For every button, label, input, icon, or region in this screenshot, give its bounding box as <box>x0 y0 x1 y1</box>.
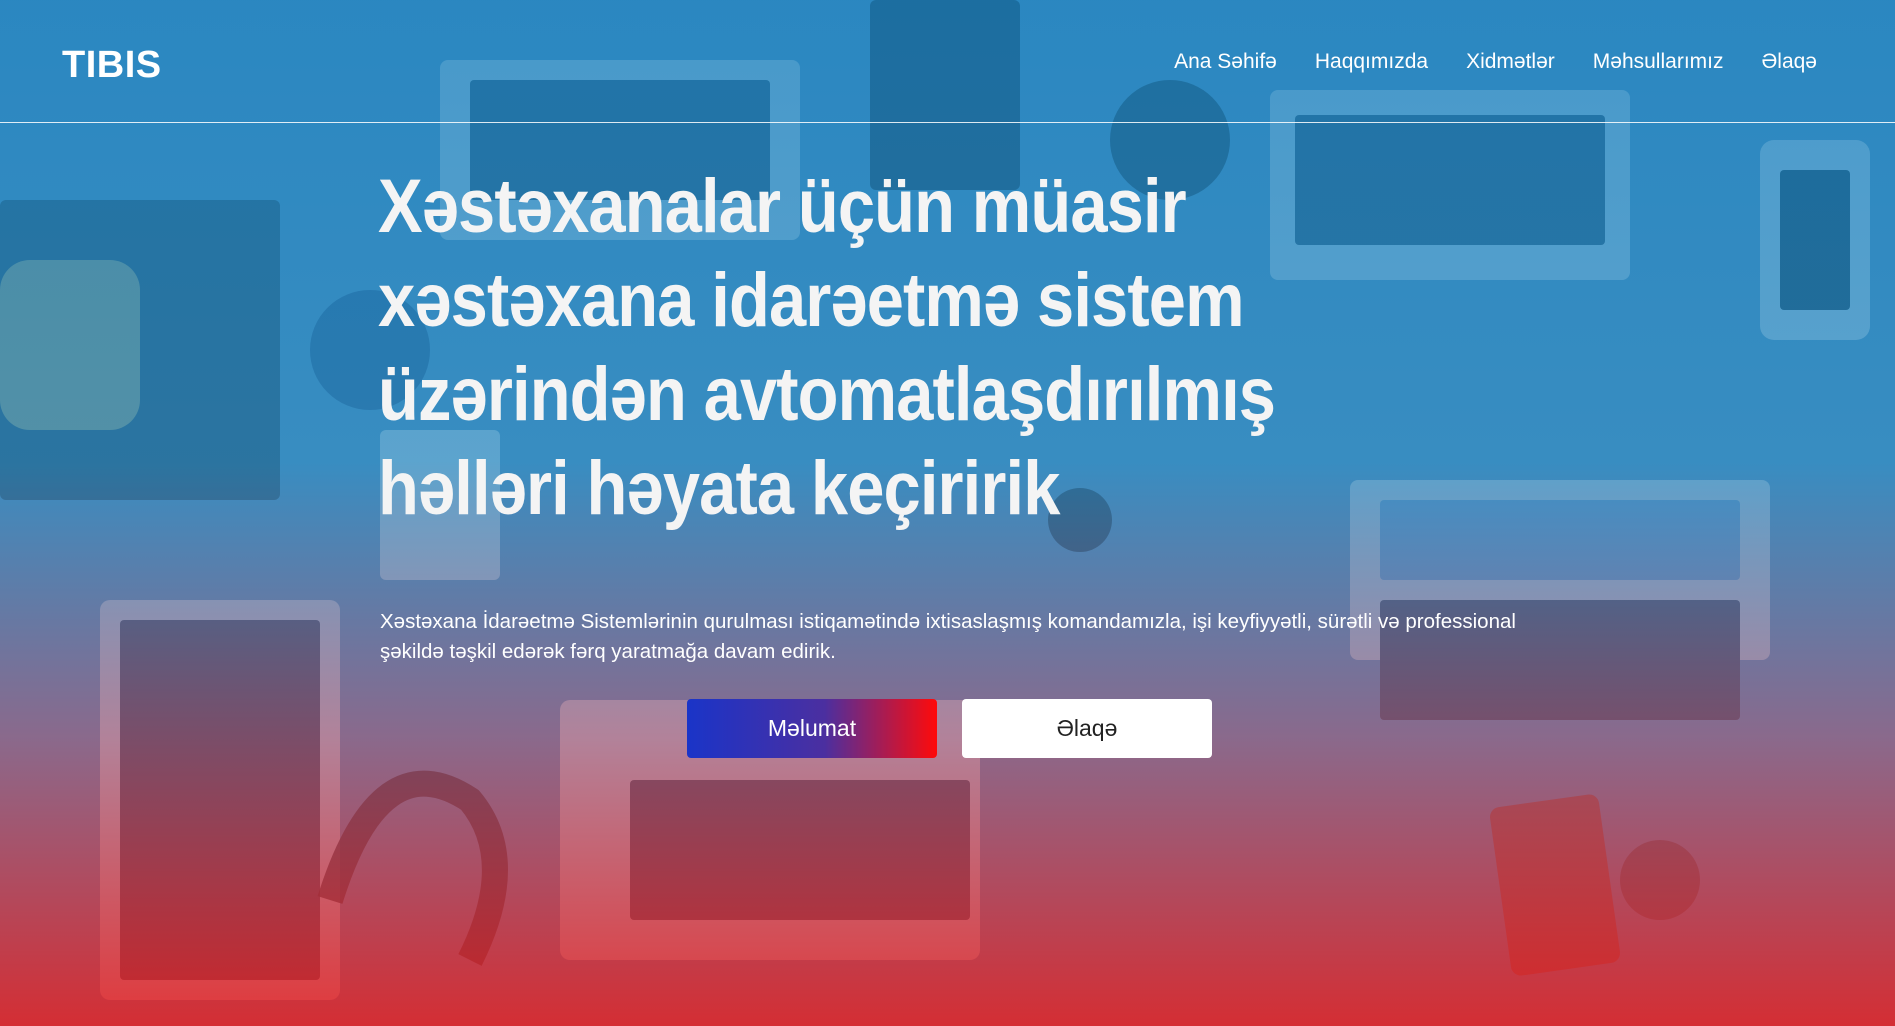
nav-item-home[interactable]: Ana Səhifə <box>1174 50 1277 74</box>
top-navbar: TIBIS Ana Səhifə Haqqımızda Xidmətlər Mə… <box>0 0 1895 123</box>
info-button[interactable]: Məlumat <box>687 699 937 758</box>
nav-item-about[interactable]: Haqqımızda <box>1315 50 1428 74</box>
hero-headline: Xəstəxanalar üçün müasir xəstəxana idarə… <box>378 164 1276 531</box>
hero-subtext: Xəstəxana İdarəetmə Sistemlərinin qurulm… <box>380 610 1516 663</box>
hero-section: TIBIS Ana Səhifə Haqqımızda Xidmətlər Mə… <box>0 0 1895 1026</box>
main-nav: Ana Səhifə Haqqımızda Xidmətlər Məhsulla… <box>1174 50 1817 74</box>
nav-item-products[interactable]: Məhsullarımız <box>1593 50 1724 74</box>
contact-button[interactable]: Əlaqə <box>962 699 1212 758</box>
brand-logo[interactable]: TIBIS <box>62 44 162 87</box>
nav-item-services[interactable]: Xidmətlər <box>1466 50 1555 74</box>
nav-item-contact[interactable]: Əlaqə <box>1761 50 1817 74</box>
